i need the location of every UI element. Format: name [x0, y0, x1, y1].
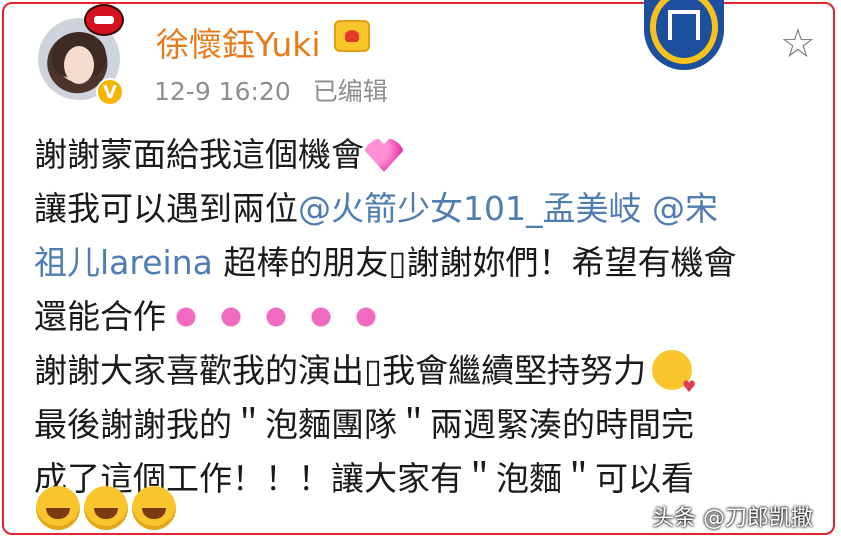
verified-badge-icon: V — [96, 78, 124, 106]
post-body: 謝謝蒙面給我這個機會 讓我可以遇到兩位@火箭少女101_孟美岐 @宋 祖儿lar… — [34, 128, 824, 506]
kiss-emoji-icon — [652, 350, 696, 414]
post-line: 最後謝謝我的＂泡麵團隊＂兩週緊湊的時間完 — [34, 405, 694, 444]
missing-glyph-icon: ▯ — [388, 243, 407, 282]
post-line: 謝謝大家喜歡我的演出▯我會繼續堅持努力 — [34, 344, 824, 414]
favorite-star-icon[interactable]: ☆ — [780, 24, 816, 64]
lips-sticker-icon — [84, 4, 124, 36]
laughing-emoji-icon — [36, 486, 80, 530]
hearts-icon — [166, 300, 396, 334]
mention-link[interactable]: 祖儿lareina — [34, 243, 213, 282]
watermark: 头条 @刀郎凯撒 — [652, 506, 813, 531]
laughing-emoji-icon — [84, 486, 128, 530]
timestamp: 12-9 16:20 — [154, 77, 291, 106]
post-line: 還能合作 — [34, 290, 824, 344]
heart-icon — [364, 138, 404, 172]
mention-link[interactable]: @火箭少女101_孟美岐 @宋 — [298, 189, 718, 228]
crown-icon — [334, 20, 370, 52]
laughing-emoji-icon — [132, 486, 176, 530]
author-name[interactable]: 徐懷鈺Yuki — [156, 18, 321, 66]
post-line: 讓我可以遇到兩位@火箭少女101_孟美岐 @宋 — [34, 189, 718, 228]
post-line: 謝謝蒙面給我這個機會 — [34, 128, 824, 182]
missing-glyph-icon: ▯ — [364, 351, 383, 390]
post-line: 祖儿lareina 超棒的朋友▯謝謝妳們！希望有機會 — [34, 243, 737, 282]
edited-label: 已编辑 — [312, 77, 388, 106]
post-meta: 12-9 16:20 已编辑 — [154, 72, 388, 108]
